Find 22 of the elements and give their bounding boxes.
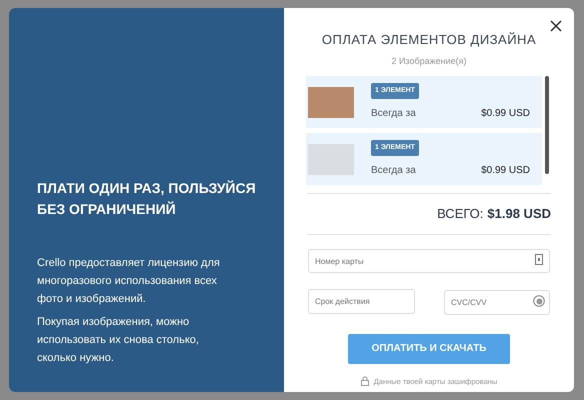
expiry-field[interactable]: Срок действия <box>308 288 415 314</box>
total-label: ВСЕГО: <box>437 205 484 223</box>
photo-placeholder <box>308 144 354 174</box>
item-price: $0.99 USD <box>481 164 530 178</box>
photo-placeholder <box>308 86 354 118</box>
close-icon[interactable] <box>550 20 562 32</box>
coin-icon <box>533 294 545 306</box>
card-icon <box>535 254 543 264</box>
promo-paragraph: Покупая изображения, можно использовать их снова столько, сколько нужно. <box>37 315 200 366</box>
lock-icon <box>360 376 369 386</box>
dialog-title: ОПЛАТА ЭЛЕМЕНТОВ ДИЗАЙНА <box>322 31 536 49</box>
item-price: $0.99 USD <box>481 107 530 122</box>
pay-button[interactable]: ОПЛАТИТЬ И СКАЧАТЬ <box>348 334 510 364</box>
scrollbar[interactable] <box>545 76 549 174</box>
item-label: Всегда за <box>371 107 416 122</box>
promo-heading: ПЛАТИ ОДИН РАЗ, ПОЛЬЗУЙСЯ БЕЗ ОГРАНИЧЕНИЙ <box>37 179 257 219</box>
cvc-field[interactable]: CVC/CVV <box>444 290 550 314</box>
card-number-field[interactable]: Номер карты <box>308 249 550 273</box>
promo-paragraph: Crello предоставляет лицензию для многоразового использования всех фото и изображений. <box>37 256 221 307</box>
item-label: Всегда за <box>371 164 416 178</box>
total-value: $1.98 USD <box>487 205 551 223</box>
image-count: 2 Изображение(я) <box>391 54 467 68</box>
